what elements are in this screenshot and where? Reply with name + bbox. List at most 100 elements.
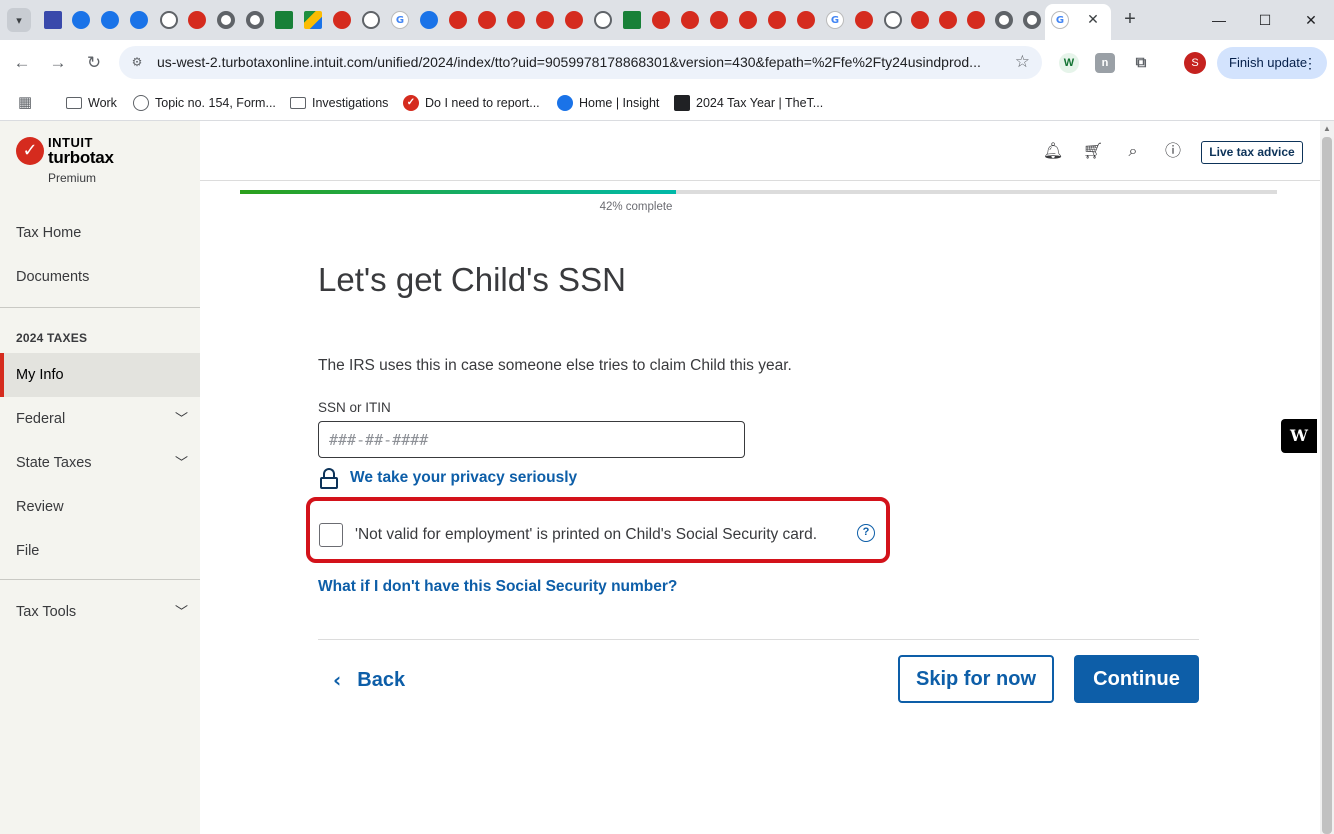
tab-favicon[interactable] (797, 11, 815, 29)
tab-favicon[interactable] (362, 11, 380, 29)
sidebar-item-tax-tools[interactable]: Tax Tools ﹀ (0, 590, 200, 634)
tab-favicon[interactable]: G (391, 11, 409, 29)
tab-favicon[interactable] (995, 11, 1013, 29)
bookmark-topic-154[interactable]: Topic no. 154, Form... (133, 93, 276, 113)
tab-favicon[interactable] (884, 11, 902, 29)
sidebar-divider (0, 579, 200, 580)
extension-n-icon[interactable]: n (1095, 53, 1115, 73)
tab-favicon[interactable] (710, 11, 728, 29)
more-menu-icon[interactable]: ⋮ (1303, 47, 1317, 79)
tab-favicon[interactable] (333, 11, 351, 29)
turbotax-page: ✓ INTUIT turbotax Premium Tax Home Docum… (0, 121, 1334, 834)
skip-for-now-button[interactable]: Skip for now (898, 655, 1054, 703)
bookmark-home-insight[interactable]: Home | Insight (557, 93, 659, 113)
tab-favicon[interactable] (1023, 11, 1041, 29)
sidebar-item-review[interactable]: Review (0, 485, 200, 529)
back-button-label: Back (357, 668, 406, 691)
site-info-icon[interactable]: ⚙ (129, 54, 145, 70)
question-mark-icon[interactable]: ? (857, 524, 875, 542)
tab-favicon[interactable] (911, 11, 929, 29)
tab-favicon[interactable] (420, 11, 438, 29)
tab-search-button[interactable]: ▾ (7, 8, 31, 32)
sidebar-item-my-info[interactable]: My Info (0, 353, 200, 397)
tab-favicon[interactable] (188, 11, 206, 29)
close-window-button[interactable]: ✕ (1296, 6, 1326, 34)
tab-favicon[interactable] (449, 11, 467, 29)
not-valid-for-employment-checkbox[interactable] (319, 523, 343, 547)
tab-favicon[interactable] (967, 11, 985, 29)
tab-favicon[interactable] (507, 11, 525, 29)
minimize-button[interactable]: — (1204, 6, 1234, 34)
tab-favicon[interactable] (565, 11, 583, 29)
intro-text: The IRS uses this in case someone else t… (318, 357, 792, 374)
bookmark-work[interactable]: Work (66, 93, 117, 113)
bookmark-2024-tax-year[interactable]: 2024 Tax Year | TheT... (674, 93, 823, 113)
tab-favicon[interactable] (478, 11, 496, 29)
progress-fill (240, 190, 676, 194)
privacy-link[interactable]: We take your privacy seriously (318, 465, 577, 491)
finish-update-button[interactable]: Finish update ⋮ (1217, 47, 1327, 79)
cart-icon[interactable]: 🛒︎ (1082, 141, 1104, 163)
ssn-input[interactable] (318, 421, 745, 458)
tab-favicon[interactable] (160, 11, 178, 29)
profile-avatar[interactable]: S (1184, 52, 1206, 74)
extensions-puzzle-icon[interactable]: ⧉ (1131, 53, 1151, 73)
back-button[interactable]: ‹ Back (333, 657, 405, 703)
page-scrollbar[interactable]: ▲ (1320, 121, 1334, 834)
continue-button[interactable]: Continue (1074, 655, 1199, 703)
tab-favicon[interactable] (855, 11, 873, 29)
tab-favicon[interactable] (652, 11, 670, 29)
address-bar[interactable]: ⚙ us-west-2.turbotaxonline.intuit.com/un… (119, 46, 1042, 79)
tab-favicon[interactable] (44, 11, 62, 29)
chevron-down-icon[interactable]: ﹀ (175, 590, 188, 634)
sidebar-item-documents[interactable]: Documents (0, 255, 200, 299)
folder-icon (66, 97, 82, 109)
tab-favicon[interactable] (739, 11, 757, 29)
seal-icon (133, 95, 149, 111)
tab-favicon[interactable] (681, 11, 699, 29)
bookmark-star-icon[interactable]: ☆ (1015, 52, 1030, 72)
tab-favicon[interactable] (623, 11, 641, 29)
sidebar-item-federal[interactable]: Federal ﹀ (0, 397, 200, 441)
tab-favicon[interactable] (101, 11, 119, 29)
tab-favicon[interactable] (594, 11, 612, 29)
tab-favicon[interactable] (246, 11, 264, 29)
bookmark-do-i-need[interactable]: ✓ Do I need to report... (403, 93, 540, 113)
help-circle-icon[interactable]: ⓘ (1162, 141, 1184, 163)
content-divider (318, 639, 1199, 640)
live-tax-advice-button[interactable]: Live tax advice (1201, 141, 1303, 164)
apps-grid-icon[interactable]: ▦ (18, 93, 32, 113)
sidebar-item-file[interactable]: File (0, 529, 200, 573)
search-icon[interactable]: ⌕ (1122, 141, 1144, 163)
no-ssn-link[interactable]: What if I don't have this Social Securit… (318, 578, 677, 596)
new-tab-button[interactable]: + (1119, 8, 1141, 30)
forward-arrow-icon[interactable]: → (45, 50, 71, 76)
scroll-up-icon[interactable]: ▲ (1323, 124, 1331, 133)
back-arrow-icon[interactable]: ← (9, 50, 35, 76)
sidebar-item-tax-home[interactable]: Tax Home (0, 211, 200, 255)
tab-favicon[interactable] (768, 11, 786, 29)
tab-favicon[interactable] (536, 11, 554, 29)
tab-favicon[interactable] (217, 11, 235, 29)
tab-favicon[interactable] (72, 11, 90, 29)
chevron-down-icon[interactable]: ﹀ (175, 397, 188, 441)
url-text[interactable]: us-west-2.turbotaxonline.intuit.com/unif… (157, 54, 981, 70)
sidebar-item-state-taxes[interactable]: State Taxes ﹀ (0, 441, 200, 485)
tab-favicon[interactable] (130, 11, 148, 29)
tab-favicon[interactable] (939, 11, 957, 29)
extension-w-icon[interactable]: W (1059, 53, 1079, 73)
reload-icon[interactable]: ↻ (81, 50, 107, 76)
browser-tabstrip: ▾ G G G ✕ + — ☐ ✕ (0, 0, 1334, 40)
notifications-bell-icon[interactable]: 🔔︎ (1042, 141, 1064, 163)
close-tab-icon[interactable]: ✕ (1083, 9, 1103, 29)
tab-favicon[interactable] (275, 11, 293, 29)
w-widget-icon[interactable]: W (1281, 419, 1317, 453)
maximize-button[interactable]: ☐ (1250, 6, 1280, 34)
scrollbar-thumb[interactable] (1322, 137, 1332, 834)
tab-favicon[interactable]: G (826, 11, 844, 29)
checkbox-label[interactable]: 'Not valid for employment' is printed on… (355, 526, 817, 544)
chevron-down-icon[interactable]: ﹀ (175, 441, 188, 485)
bookmark-label: Topic no. 154, Form... (155, 96, 276, 110)
bookmark-investigations[interactable]: Investigations (290, 93, 388, 113)
tab-favicon[interactable] (304, 11, 322, 29)
